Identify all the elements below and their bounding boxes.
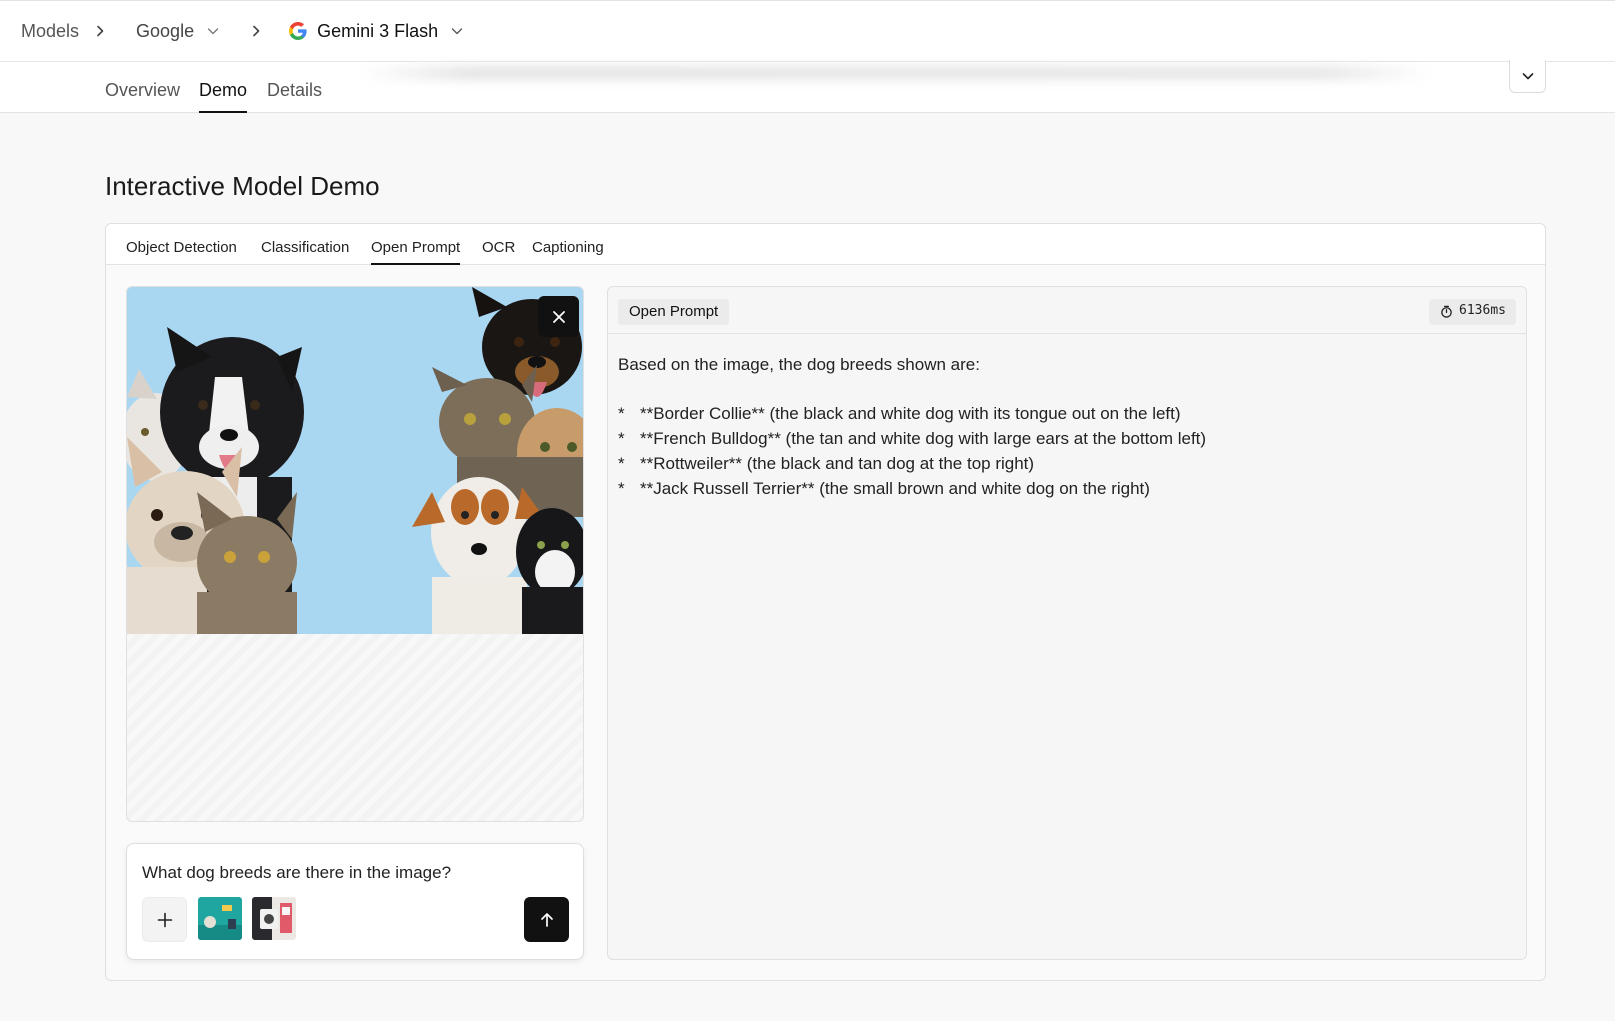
response-intro: Based on the image, the dog breeds shown… <box>618 355 980 374</box>
image-dropzone[interactable] <box>126 286 584 822</box>
tab-overview[interactable]: Overview <box>105 78 180 113</box>
remove-image-button[interactable] <box>538 296 579 337</box>
list-item: * **Border Collie** (the black and white… <box>618 401 1508 426</box>
breadcrumb-models[interactable]: Models <box>21 21 108 42</box>
chevron-down-icon[interactable] <box>206 24 220 38</box>
tab-classification[interactable]: Classification <box>261 239 349 265</box>
tab-ocr[interactable]: OCR <box>482 239 515 265</box>
tab-demo[interactable]: Demo <box>199 78 248 113</box>
page-title: Interactive Model Demo <box>105 171 380 201</box>
model-tabs: Overview Demo Details <box>0 62 1615 113</box>
response-item: **Border Collie** (the black and white d… <box>640 404 1181 423</box>
chevron-down-icon[interactable] <box>450 24 464 38</box>
bullet-marker: * <box>618 429 625 448</box>
collapse-button[interactable] <box>1509 60 1546 93</box>
sample-image-1 <box>198 897 242 940</box>
tab-object-detection[interactable]: Object Detection <box>126 239 237 265</box>
arrow-up-icon <box>540 912 553 927</box>
response-item: **Jack Russell Terrier** (the small brow… <box>640 479 1150 498</box>
breadcrumb-provider[interactable]: Google <box>136 21 264 42</box>
google-logo-icon <box>289 22 307 40</box>
latency-value: 6136ms <box>1459 303 1506 318</box>
stopwatch-icon <box>1441 305 1452 318</box>
tab-captioning[interactable]: Captioning <box>532 239 604 265</box>
list-item: * **Jack Russell Terrier** (the small br… <box>618 476 1508 501</box>
tab-open-prompt[interactable]: Open Prompt <box>371 239 461 265</box>
sample-image-thumbnail-1[interactable] <box>198 897 242 940</box>
plus-icon <box>157 912 172 927</box>
breadcrumb-model[interactable]: Gemini 3 Flash <box>288 21 464 42</box>
latency-badge: 6136ms <box>1429 299 1516 325</box>
uploaded-image <box>127 287 583 634</box>
bullet-marker: * <box>618 404 625 423</box>
sample-image-2 <box>252 897 296 940</box>
response-item: **Rottweiler** (the black and tan dog at… <box>640 454 1035 473</box>
response-item: **French Bulldog** (the tan and white do… <box>640 429 1207 448</box>
demo-task-tabs: Object Detection Classification Open Pro… <box>106 224 1545 265</box>
send-button[interactable] <box>524 897 569 942</box>
breadcrumb-provider-label[interactable]: Google <box>136 21 194 42</box>
close-icon <box>552 310 565 323</box>
pets-photo-illustration <box>127 287 583 634</box>
tab-details[interactable]: Details <box>267 78 322 113</box>
prompt-composer: What dog breeds are there in the image? <box>126 843 584 960</box>
bullet-marker: * <box>618 454 625 473</box>
task-badge: Open Prompt <box>618 299 730 325</box>
sample-image-thumbnail-2[interactable] <box>252 897 296 940</box>
demo-card: Object Detection Classification Open Pro… <box>105 223 1546 981</box>
list-item: * **French Bulldog** (the tan and white … <box>618 426 1508 451</box>
chevron-right-icon <box>253 25 260 37</box>
chevron-down-icon <box>1522 73 1533 80</box>
prompt-input[interactable]: What dog breeds are there in the image? <box>142 863 451 883</box>
breadcrumb: Models Google Gemini 3 Flash <box>0 0 1615 62</box>
chevron-right-icon <box>97 25 104 37</box>
list-item: * **Rottweiler** (the black and tan dog … <box>618 451 1508 476</box>
breadcrumb-model-label[interactable]: Gemini 3 Flash <box>317 21 438 42</box>
breadcrumb-models-label[interactable]: Models <box>21 21 79 42</box>
add-attachment-button[interactable] <box>142 897 187 942</box>
output-header: Open Prompt 6136ms <box>608 287 1526 334</box>
bullet-marker: * <box>618 479 625 498</box>
model-response: Based on the image, the dog breeds shown… <box>618 352 1508 501</box>
output-panel: Open Prompt 6136ms Based on the image, t… <box>607 286 1527 960</box>
